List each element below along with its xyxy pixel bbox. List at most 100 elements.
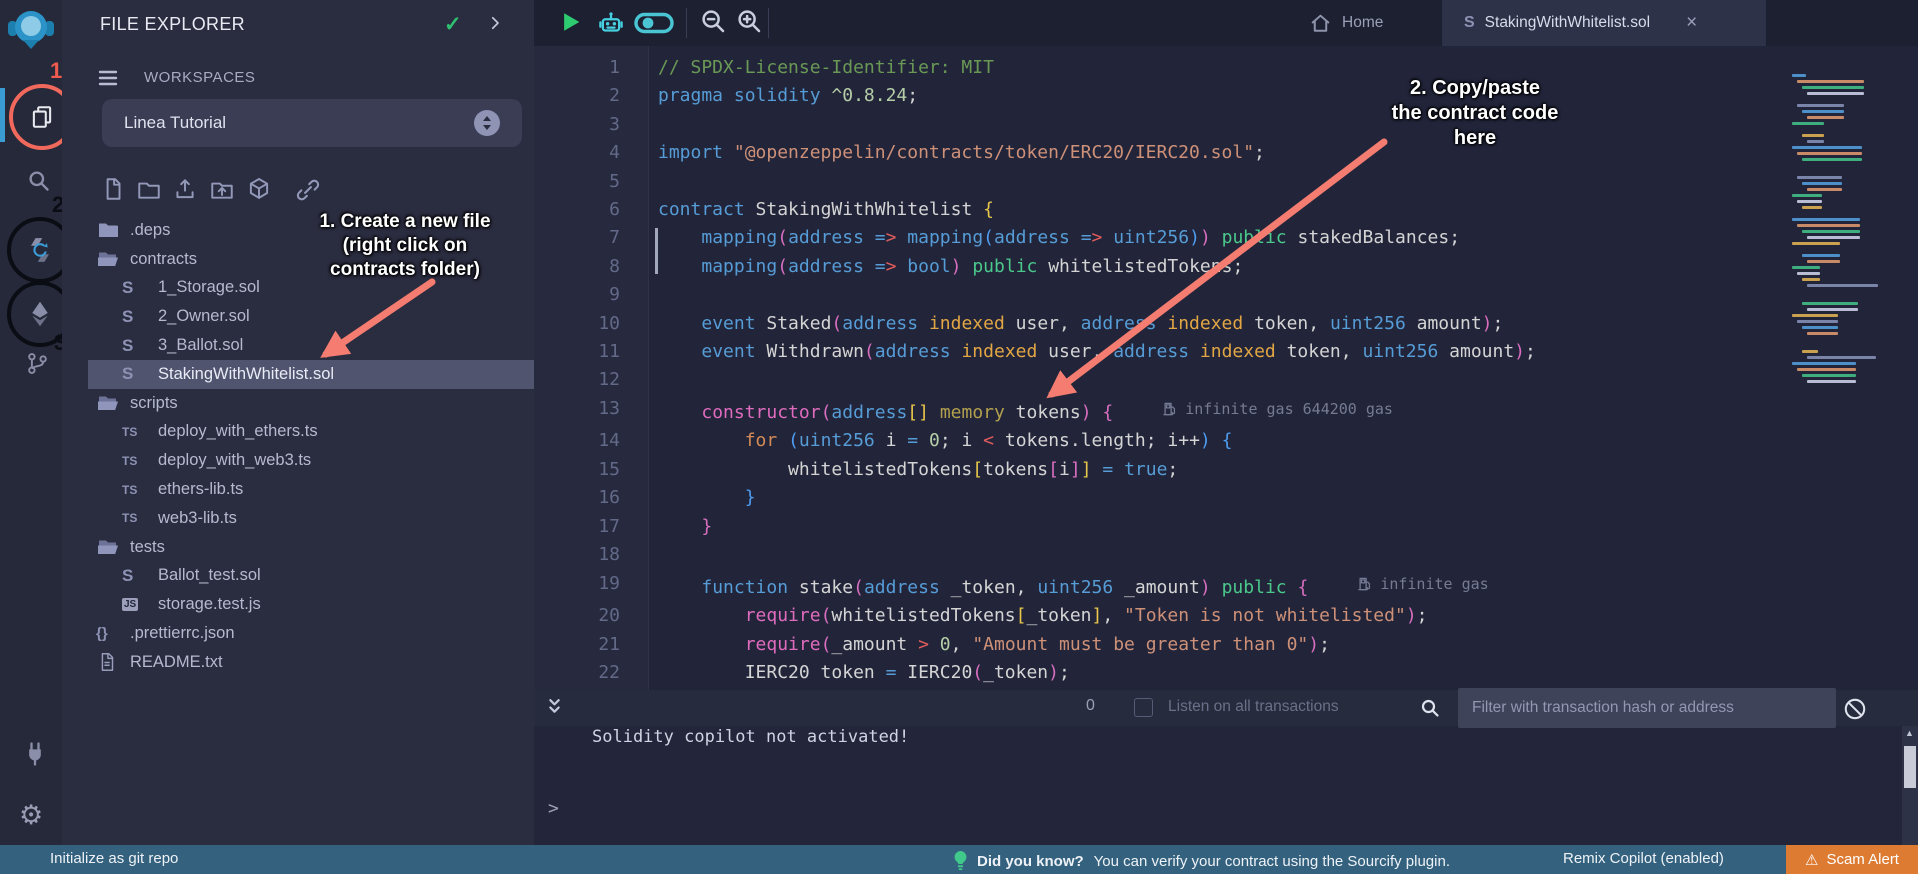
minimap-line: [1802, 350, 1818, 353]
file-label: .deps: [130, 221, 170, 240]
file-label: StakingWithWhitelist.sol: [158, 365, 334, 384]
terminal-scrollbar[interactable]: ▲: [1902, 726, 1918, 845]
code-editor[interactable]: 1// SPDX-License-Identifier: MIT2pragma …: [534, 46, 1918, 690]
code-line-15: 15 whitelistedTokens[tokens[i]] = true;: [534, 456, 1536, 484]
minimap-line: [1802, 326, 1838, 329]
terminal-panel: 0 Listen on all transactions Solidity co…: [534, 690, 1918, 845]
minimap-line: [1802, 254, 1840, 257]
minimap-line: [1807, 356, 1876, 359]
file-label: scripts: [130, 394, 178, 413]
minimap-line: [1792, 74, 1806, 77]
code-line-16: 16 }: [534, 484, 1536, 512]
copilot-toggle-switch[interactable]: [634, 9, 674, 37]
close-tab-icon[interactable]: ×: [1686, 12, 1697, 34]
settings-icon[interactable]: ⚙: [19, 800, 43, 831]
line-number: 19: [534, 570, 620, 603]
line-number: 12: [534, 366, 620, 394]
code-line-19: 19 function stake(address _token, uint25…: [534, 570, 1536, 603]
solidity-icon: S: [122, 278, 133, 298]
scam-alert-button[interactable]: ⚠ Scam Alert: [1786, 845, 1918, 874]
line-number: 5: [534, 168, 620, 196]
transaction-filter-input[interactable]: [1458, 688, 1836, 728]
workspace-updown-icon[interactable]: [474, 110, 500, 136]
line-number: 10: [534, 310, 620, 338]
remix-copilot-status[interactable]: Remix Copilot (enabled): [1563, 850, 1724, 867]
file-tree-item-scripts[interactable]: scripts: [62, 389, 534, 418]
minimap-line: [1807, 284, 1878, 287]
annotation-step-1: 1. Create a new file (right click on con…: [272, 210, 538, 282]
line-number: 20: [534, 602, 620, 630]
file-tree-item-deploy-with-ethers-ts[interactable]: TSdeploy_with_ethers.ts: [62, 418, 534, 447]
file-tree-item-deploy-with-web3-ts[interactable]: TSdeploy_with_web3.ts: [62, 446, 534, 475]
file-label: contracts: [130, 250, 197, 269]
file-tree-item-readme-txt[interactable]: README.txt: [62, 648, 534, 677]
new-folder-icon[interactable]: [136, 176, 162, 202]
link-icon[interactable]: [294, 176, 322, 204]
git-icon[interactable]: [24, 350, 51, 377]
collapse-terminal-icon[interactable]: [542, 695, 567, 720]
file-tree-item-ballot-test-sol[interactable]: SBallot_test.sol: [62, 562, 534, 591]
minimap-line: [1797, 176, 1842, 179]
zoom-out-icon[interactable]: [698, 6, 728, 36]
file-tree-item-3-ballot-sol[interactable]: S3_Ballot.sol: [62, 331, 534, 360]
scrollbar-thumb[interactable]: [1904, 746, 1916, 788]
file-tree-item-stakingwithwhitelist-sol[interactable]: SStakingWithWhitelist.sol: [88, 360, 534, 389]
minimap-line: [1802, 134, 1824, 137]
scroll-up-arrow[interactable]: ▲: [1905, 728, 1914, 738]
minimap-line: [1797, 80, 1864, 83]
editor-minimap[interactable]: [1792, 74, 1876, 404]
init-git-repo-button[interactable]: Initialize as git repo: [50, 850, 178, 867]
folder-open-icon: [96, 535, 120, 559]
upload-folder-icon[interactable]: [209, 176, 235, 202]
copilot-robot-icon[interactable]: [596, 8, 626, 38]
status-bar: Initialize as git repo Did you know? You…: [0, 845, 1918, 874]
minimap-line: [1792, 314, 1838, 317]
minimap-line: [1802, 86, 1864, 89]
clear-console-icon[interactable]: [1842, 696, 1868, 722]
hamburger-menu-icon[interactable]: [96, 66, 120, 90]
line-number: 13: [534, 395, 620, 428]
tab-home[interactable]: Home: [1308, 0, 1383, 46]
terminal-search-icon[interactable]: [1418, 696, 1442, 720]
file-tree-item-ethers-lib-ts[interactable]: TSethers-lib.ts: [62, 475, 534, 504]
listen-all-transactions-checkbox[interactable]: [1134, 698, 1153, 717]
solidity-file-icon: S: [1464, 14, 1475, 32]
minimap-line: [1807, 236, 1860, 239]
run-script-play-icon[interactable]: [556, 8, 584, 36]
file-label: .prettierrc.json: [130, 624, 235, 643]
workspace-select[interactable]: Linea Tutorial: [102, 99, 522, 147]
file-tree-item-web3-lib-ts[interactable]: TSweb3-lib.ts: [62, 504, 534, 533]
line-number: 21: [534, 631, 620, 659]
remix-logo[interactable]: [7, 6, 55, 54]
minimap-line: [1807, 380, 1856, 383]
ipfs-cube-icon[interactable]: [246, 176, 272, 202]
file-label: ethers-lib.ts: [158, 480, 243, 499]
zoom-in-icon[interactable]: [734, 6, 764, 36]
minimap-line: [1807, 92, 1864, 95]
line-number: 3: [534, 111, 620, 139]
solidity-icon: S: [122, 307, 133, 327]
upload-file-icon[interactable]: [172, 176, 198, 202]
ts-icon: TS: [122, 511, 137, 525]
tab-home-label: Home: [1342, 14, 1383, 32]
listen-label: Listen on all transactions: [1168, 698, 1339, 716]
chevron-right-icon[interactable]: [486, 14, 504, 32]
line-content: event Withdrawn(address indexed user, ad…: [620, 338, 1536, 366]
terminal-prompt[interactable]: >: [548, 798, 559, 819]
file-tree-item-2-owner-sol[interactable]: S2_Owner.sol: [62, 302, 534, 331]
panel-title: FILE EXPLORER: [100, 14, 245, 35]
search-icon[interactable]: [25, 167, 52, 194]
new-file-icon[interactable]: [100, 176, 126, 202]
file-tree-item-storage-test-js[interactable]: JSstorage.test.js: [62, 590, 534, 619]
solidity-icon: S: [122, 566, 133, 586]
tab-stakingwithwhitelist[interactable]: S StakingWithWhitelist.sol ×: [1442, 0, 1766, 46]
plugin-manager-icon[interactable]: [21, 740, 49, 768]
file-tree-item-tests[interactable]: tests: [62, 533, 534, 562]
file-label: README.txt: [130, 653, 223, 672]
file-label: 1_Storage.sol: [158, 278, 260, 297]
file-tree-item--prettierrc-json[interactable]: {}.prettierrc.json: [62, 619, 534, 648]
annotation-number-1: 1: [50, 58, 62, 84]
minimap-line: [1807, 116, 1844, 119]
activity-bar: ⚙123: [0, 0, 62, 845]
check-icon[interactable]: ✓: [444, 12, 462, 37]
